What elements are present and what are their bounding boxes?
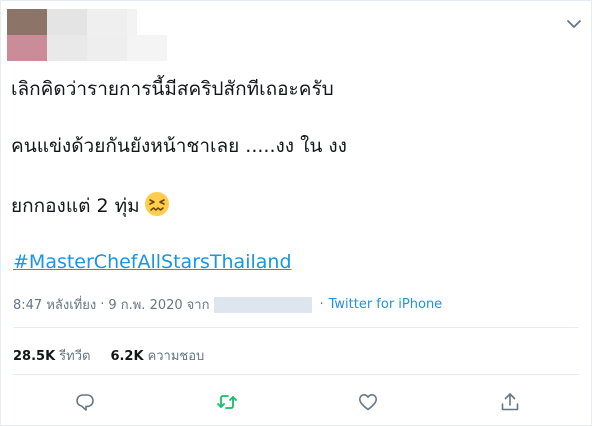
retweets-stat[interactable]: 28.5K รีทวีต: [13, 345, 90, 366]
tweet-text: ยกกองแต่ 2 ทุ่ม: [11, 195, 140, 217]
tweet-text-line: เลิกคิดว่ารายการนี้มีสคริปสักทีเถอะครับ: [11, 78, 334, 100]
blurred-author-avatar[interactable]: [7, 9, 167, 61]
divider: [13, 374, 579, 375]
divider: [13, 327, 579, 328]
from-label: จาก: [186, 298, 210, 313]
retweets-count: 28.5K: [13, 349, 56, 364]
tweet-metadata: 8:47 หลังเที่ยง · 9 ก.พ. 2020 จาก · Twit…: [13, 294, 442, 315]
heart-icon[interactable]: [357, 391, 379, 413]
separator: ·: [100, 297, 105, 312]
likes-stat[interactable]: 6.2K ความชอบ: [110, 345, 204, 366]
likes-label: ความชอบ: [147, 349, 205, 364]
separator: ·: [319, 297, 324, 312]
tweet-text-line: คนแข่งด้วยกันยังหน้าชาเลย .....งง ใน งง: [11, 135, 347, 157]
tweet-date[interactable]: 9 ก.พ. 2020: [108, 294, 182, 315]
tweet-card: เลิกคิดว่ารายการนี้มีสคริปสักทีเถอะครับ …: [0, 0, 592, 426]
retweets-label: รีทวีต: [59, 349, 91, 364]
chevron-down-icon[interactable]: [563, 13, 585, 35]
retweet-icon[interactable]: [216, 391, 238, 413]
tweet-stats: 28.5K รีทวีต 6.2K ความชอบ: [13, 345, 204, 366]
tweet-time[interactable]: 8:47 หลังเที่ยง: [13, 294, 96, 315]
reply-icon[interactable]: [74, 391, 96, 413]
blurred-location: [214, 296, 313, 313]
likes-count: 6.2K: [110, 349, 144, 364]
hashtag-link[interactable]: #MasterChefAllStarsThailand: [13, 251, 292, 273]
share-icon[interactable]: [499, 391, 521, 413]
confounded-face-icon: [144, 191, 170, 217]
tweet-text-line: ยกกองแต่ 2 ทุ่ม: [11, 191, 170, 218]
tweet-source-link[interactable]: Twitter for iPhone: [329, 297, 443, 312]
